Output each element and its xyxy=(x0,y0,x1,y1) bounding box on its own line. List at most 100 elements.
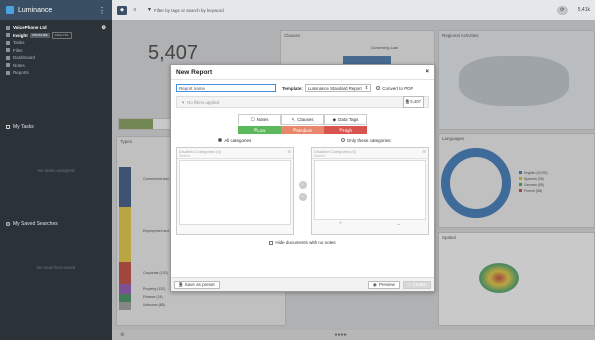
category-lists: Disabled Categories (0) ☰ Search ‹ › Disa… xyxy=(171,147,434,235)
no-tasks-message: No tasks assigned xyxy=(37,168,75,173)
sidebar-item-label: Reports xyxy=(13,70,29,76)
my-tasks-header[interactable]: My Tasks xyxy=(0,123,112,131)
left-search-input[interactable]: Search xyxy=(177,154,293,159)
create-icon: + xyxy=(407,282,411,287)
severity-low-toggle[interactable]: ⊘ Low xyxy=(238,126,281,134)
tab-notes[interactable]: ☐ Notes xyxy=(238,114,281,125)
sidebar-item-notes[interactable]: Notes xyxy=(0,62,112,70)
filter-count: 5,407 xyxy=(410,99,421,104)
tab-clauses[interactable]: ↖ Clauses xyxy=(281,114,324,125)
brand-name: Luminance xyxy=(18,6,53,14)
notes-icon: ☐ xyxy=(250,116,255,122)
severity-label: High xyxy=(342,127,353,133)
dialog-header: New Report × xyxy=(171,65,434,80)
disabled-categories-right: Disabled Categories (0) ☰ Search ^ ⌄ xyxy=(311,147,429,235)
view-toggle-button[interactable]: ◆ xyxy=(117,5,127,15)
move-right-button[interactable]: › xyxy=(298,193,307,201)
list-sort-controls: ^ ⌄ xyxy=(312,221,428,227)
preview-label: Preview xyxy=(378,282,395,287)
preview-button[interactable]: ◉ Preview xyxy=(367,280,400,289)
luminance-logo-icon xyxy=(6,6,14,14)
move-left-button[interactable]: ‹ xyxy=(298,181,307,189)
refresh-button[interactable]: ⟳ xyxy=(556,5,568,15)
close-icon[interactable]: × xyxy=(425,69,429,75)
menu-icon[interactable]: ⋮ xyxy=(98,6,106,15)
chevron-down-icon: ⇕ xyxy=(364,85,369,90)
hide-docs-label: Hide documents with no notes xyxy=(275,240,336,245)
list-title: Disabled Categories (0) xyxy=(179,149,222,154)
severity-label: Medium xyxy=(296,127,313,133)
tab-data-tags[interactable]: ◆ Data Tags xyxy=(324,114,367,125)
notes-icon xyxy=(6,63,10,68)
saved-searches-header[interactable]: My Saved Searches xyxy=(0,220,112,228)
sidebar-item-files[interactable]: Files xyxy=(0,47,112,55)
project-name: VoicePhone Ltd xyxy=(13,25,47,31)
sidebar-item-label: Files xyxy=(13,47,23,53)
severity-high-toggle[interactable]: ⊘ High xyxy=(324,126,367,134)
no-searches-message: No searches saved xyxy=(36,265,76,270)
filter-icon: ▼ xyxy=(181,99,186,105)
only-categories-label: Only these categories: xyxy=(346,138,392,143)
dashboard-icon xyxy=(6,55,10,60)
sidebar-item-tasks[interactable]: Tasks xyxy=(0,39,112,47)
convert-pdf-label: Convert to PDF xyxy=(382,85,414,91)
project-name-row[interactable]: VoicePhone Ltd ⚙ xyxy=(0,24,112,32)
eye-icon: ◉ xyxy=(372,281,377,287)
hide-docs-row[interactable]: Hide documents with no notes xyxy=(171,240,434,245)
list-view-button[interactable]: ≡ xyxy=(130,6,140,15)
chevron-up-icon[interactable]: ^ xyxy=(340,221,342,227)
sidebar-item-insight[interactable]: Insight VISUALISE ANALYZE xyxy=(0,31,112,40)
template-value: Luminance Standard Report xyxy=(307,85,362,91)
all-categories-radio[interactable] xyxy=(218,138,223,142)
convert-pdf-radio[interactable] xyxy=(376,86,381,90)
gear-icon[interactable]: ⚙ xyxy=(102,25,106,31)
save-icon: 🗎 xyxy=(179,281,183,287)
tasks-icon xyxy=(6,40,10,45)
create-button[interactable]: + Create xyxy=(402,280,431,289)
analyze-pill[interactable]: ANALYZE xyxy=(51,31,72,39)
hide-docs-checkbox[interactable] xyxy=(269,240,274,245)
report-name-input[interactable]: Report name xyxy=(176,84,276,92)
sidebar: Luminance ⋮ VoicePhone Ltd ⚙ Insight VIS… xyxy=(0,0,112,340)
category-options: All categories Only these categories: xyxy=(171,138,434,143)
insight-label: Insight xyxy=(13,32,28,38)
tab-label: Clauses xyxy=(297,117,314,122)
template-select[interactable]: Luminance Standard Report ⇕ xyxy=(304,84,372,92)
visualise-pill[interactable]: VISUALISE xyxy=(29,32,50,38)
right-search-input[interactable]: Search xyxy=(312,154,428,159)
list-menu-icon[interactable]: ☰ xyxy=(422,149,426,154)
report-tabs: ☐ Notes ↖ Clauses ◆ Data Tags xyxy=(171,114,434,125)
sidebar-item-dashboard[interactable]: Dashboard xyxy=(0,54,112,62)
clauses-icon: ↖ xyxy=(291,116,296,122)
save-preset-button[interactable]: 🗎 Save as preset xyxy=(174,280,220,289)
tasks-box-icon xyxy=(6,124,10,129)
new-report-dialog: New Report × Report name Template: Lumin… xyxy=(170,64,435,292)
sidebar-item-label: Notes xyxy=(13,62,25,68)
template-label: Template: xyxy=(282,85,303,91)
all-categories-option[interactable]: All categories xyxy=(213,138,251,143)
list-menu-icon[interactable]: ☰ xyxy=(287,149,291,154)
sidebar-item-label: Dashboard xyxy=(13,55,36,61)
reports-icon xyxy=(6,70,10,75)
tag-icon: ◆ xyxy=(332,116,337,122)
my-tasks-label: My Tasks xyxy=(13,123,34,130)
chevron-down-icon[interactable]: ⌄ xyxy=(397,221,401,227)
sidebar-item-reports[interactable]: Reports xyxy=(0,69,112,77)
filter-input[interactable]: Filter by tags or search by keyword xyxy=(154,8,224,13)
create-label: Create xyxy=(412,282,426,287)
no-filters-text: No filters applied xyxy=(187,99,220,105)
sidebar-item-label: Tasks xyxy=(13,40,25,46)
folder-icon xyxy=(6,25,10,30)
left-list-body[interactable] xyxy=(179,160,291,225)
severity-medium-toggle[interactable]: ⊘ Medium xyxy=(281,126,324,134)
only-categories-option[interactable]: Only these categories: xyxy=(336,138,392,143)
top-bar: ◆ ≡ ▼ Filter by tags or search by keywor… xyxy=(112,0,595,20)
search-icon xyxy=(6,221,10,226)
files-icon xyxy=(6,48,10,53)
tab-label: Notes xyxy=(256,117,269,122)
right-list-body[interactable] xyxy=(314,160,426,220)
only-categories-radio[interactable] xyxy=(340,138,345,142)
severity-toggles: ⊘ Low ⊘ Medium ⊘ High xyxy=(171,126,434,134)
list-title: Disabled Categories (0) xyxy=(314,149,357,154)
dialog-title: New Report xyxy=(176,68,213,76)
